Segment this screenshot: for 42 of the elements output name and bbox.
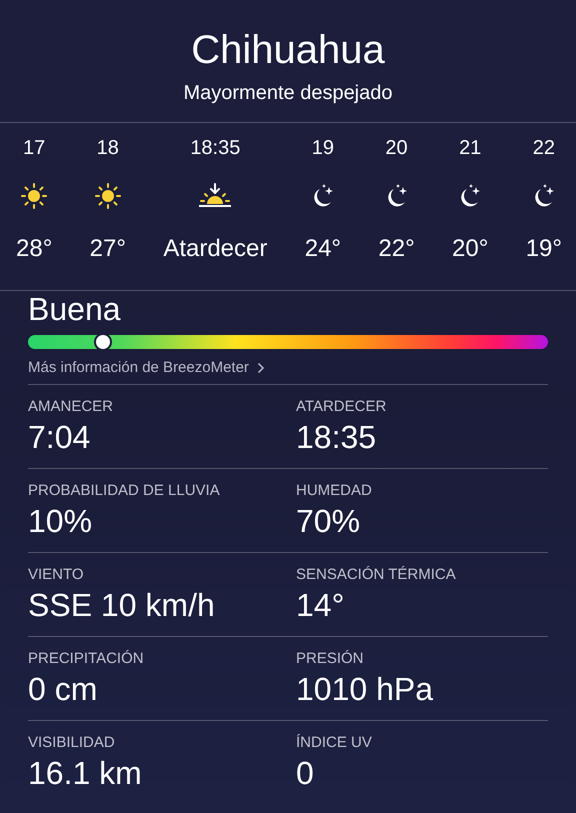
- detail-value: 7:04: [28, 418, 92, 457]
- hour-time: 22: [532, 137, 555, 161]
- hour-temperature: Atardecer: [163, 235, 268, 263]
- hour-temperature: 27°: [90, 235, 126, 263]
- sun-icon: [94, 183, 121, 209]
- detail-label: VIENTO: [28, 566, 85, 583]
- detail-value: 10%: [28, 502, 94, 541]
- detail-value: 0: [296, 754, 315, 793]
- sunset-icon: [198, 183, 232, 209]
- detail-label: VISIBILIDAD: [28, 734, 116, 751]
- hour-time: 20: [385, 137, 408, 161]
- hour-temperature: 19°: [526, 235, 562, 263]
- detail-value: SSE 10 km/h: [28, 586, 216, 625]
- hour-temperature: 28°: [16, 235, 52, 263]
- hour-temperature: 20°: [452, 235, 488, 263]
- hour-temperature: 24°: [304, 235, 342, 263]
- weather-condition: Mayormente despejado: [182, 81, 394, 106]
- detail-value: 1010 hPa: [296, 670, 434, 709]
- hour-time: 17: [23, 137, 46, 161]
- hour-time: 21: [459, 137, 482, 161]
- detail-label: PROBABILIDAD DE LLUVIA: [28, 482, 221, 499]
- hour-temperature: 22°: [378, 235, 415, 263]
- detail-label: AMANECER: [28, 398, 114, 415]
- detail-label: PRECIPITACIÓN: [28, 650, 145, 667]
- detail-label: ÍNDICE UV: [296, 734, 373, 751]
- detail-label: PRESIÓN: [296, 650, 365, 667]
- hour-time: 18:35: [190, 137, 240, 161]
- detail-value: 14°: [296, 586, 346, 625]
- detail-value: 18:35: [296, 418, 378, 457]
- detail-value: 70%: [296, 502, 362, 541]
- detail-value: 16.1 km: [28, 754, 143, 793]
- hour-time: 19: [312, 137, 334, 161]
- hour-time: 18: [96, 137, 119, 161]
- sun-icon: [21, 183, 48, 209]
- city-name: Chihuahua: [190, 27, 386, 74]
- breezometer-link[interactable]: Más información de BreezoMeter: [28, 359, 548, 384]
- detail-label: SENSACIÓN TÉRMICA: [296, 566, 457, 583]
- detail-label: HUMEDAD: [296, 482, 373, 499]
- chevron-icon: [256, 362, 265, 374]
- detail-value: 0 cm: [28, 670, 98, 709]
- air-quality-label: Buena: [28, 291, 122, 327]
- detail-label: ATARDECER: [296, 398, 388, 415]
